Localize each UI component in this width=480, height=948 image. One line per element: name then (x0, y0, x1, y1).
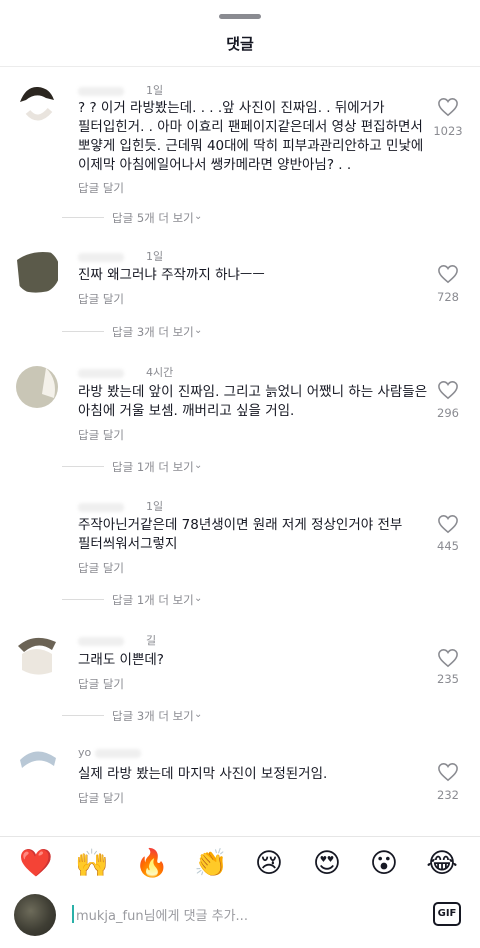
text-caret (72, 905, 74, 923)
view-more-replies-label: 답글 1개 더 보기 (112, 460, 194, 474)
reply-button[interactable]: 답글 달기 (78, 427, 124, 443)
heart-icon[interactable] (437, 97, 459, 117)
comment-time: 길 (146, 634, 157, 647)
avatar[interactable] (14, 746, 60, 792)
comment-meta: yo (78, 746, 163, 759)
emoji-bar: ❤️ 🙌 🔥 👏 😢 😍 😮 😂 (0, 846, 480, 886)
replies-divider (62, 599, 104, 600)
replies-divider (62, 715, 104, 716)
view-more-replies-label: 답글 1개 더 보기 (112, 593, 194, 607)
like-count: 445 (437, 539, 459, 553)
avatar[interactable] (14, 82, 60, 128)
header-divider (0, 66, 480, 67)
username-blurred (78, 86, 124, 96)
comment-text: 실제 라방 봤는데 마지막 사진이 보정된거임. (78, 766, 328, 782)
composer-divider (0, 836, 480, 837)
clapping-emoji-button[interactable]: 👏 (193, 846, 229, 882)
heart-icon[interactable] (437, 514, 459, 534)
like-count: 232 (437, 788, 459, 802)
comment-username: yo (78, 746, 92, 759)
reply-button[interactable]: 답글 달기 (78, 180, 124, 196)
my-avatar (14, 894, 56, 936)
comment-composer: mukja_fun님에게 댓글 추가... GIF (0, 890, 480, 940)
comment-meta: 1일 (78, 248, 163, 264)
surprised-emoji-button[interactable]: 😮 (366, 846, 402, 882)
like-count: 235 (437, 672, 459, 686)
comment-time: 1일 (146, 500, 164, 513)
heart-icon[interactable] (437, 648, 459, 668)
heart-icon[interactable] (437, 762, 459, 782)
comment-input[interactable]: mukja_fun님에게 댓글 추가... (76, 905, 248, 924)
comment-text: 그래도 이쁜데? (78, 652, 164, 668)
drag-handle[interactable] (219, 14, 261, 19)
avatar[interactable] (14, 248, 60, 294)
reply-button[interactable]: 답글 달기 (78, 291, 124, 307)
chevron-down-icon: ⌄ (194, 211, 203, 222)
comment-time: 1일 (146, 250, 164, 263)
avatar[interactable] (14, 632, 60, 678)
heart-eyes-emoji-button[interactable]: 😍 (309, 846, 345, 882)
replies-divider (62, 466, 104, 467)
crying-emoji-button[interactable]: 😢 (251, 846, 287, 882)
comment-meta: 1일 (78, 82, 163, 98)
replies-divider (62, 331, 104, 332)
reply-button[interactable]: 답글 달기 (78, 676, 124, 692)
comment-text: ? ? 이거 라방봤는데. . . .앞 사진이 진짜임. . 뒤에거가 필터입… (78, 100, 424, 173)
username-blurred (78, 252, 124, 262)
chevron-down-icon: ⌄ (194, 709, 203, 720)
username-blurred (95, 748, 142, 758)
fire-emoji-button[interactable]: 🔥 (134, 846, 170, 882)
heart-icon[interactable] (437, 380, 459, 400)
comments-sheet: 댓글 1일 ? ? 이거 라방봤는데. . . .앞 사진이 진짜임. . 뒤에… (0, 0, 480, 948)
comment-text: 진짜 왜그러냐 주작까지 하냐ㅡㅡ (78, 267, 265, 283)
comment-text: 라방 봤는데 앞이 진짜임. 그리고 늙었니 어쨌니 하는 사람들은 아침에 거… (78, 384, 428, 419)
comment-meta: 4시간 (78, 364, 173, 380)
heart-icon[interactable] (437, 264, 459, 284)
like-count: 1023 (433, 124, 463, 138)
reply-button[interactable]: 답글 달기 (78, 560, 124, 576)
username-blurred (78, 636, 124, 646)
gif-button[interactable]: GIF (433, 902, 461, 926)
raising-hands-emoji-button[interactable]: 🙌 (74, 846, 110, 882)
view-more-replies-label: 답글 3개 더 보기 (112, 709, 194, 723)
comment-meta: 길 (78, 632, 156, 648)
chevron-down-icon: ⌄ (194, 593, 203, 604)
chevron-down-icon: ⌄ (194, 325, 203, 336)
view-more-replies-label: 답글 5개 더 보기 (112, 211, 194, 225)
laughing-emoji-button[interactable]: 😂 (424, 846, 460, 882)
comment-time: 1일 (146, 84, 164, 97)
view-more-replies-label: 답글 3개 더 보기 (112, 325, 194, 339)
username-blurred (78, 368, 124, 378)
avatar[interactable] (14, 364, 60, 410)
like-count: 296 (437, 406, 459, 420)
replies-divider (62, 217, 104, 218)
comment-text: 주작아닌거같은데 78년생이면 원래 저게 정상인거야 전부 필터씌워서그렇지 (78, 517, 403, 552)
comment-time: 4시간 (146, 366, 174, 379)
chevron-down-icon: ⌄ (194, 460, 203, 471)
sheet-title: 댓글 (226, 35, 254, 53)
heart-emoji-button[interactable]: ❤️ (18, 846, 54, 882)
comment-meta: 1일 (78, 498, 163, 514)
reply-button[interactable]: 답글 달기 (78, 790, 124, 806)
like-count: 728 (437, 290, 459, 304)
username-blurred (78, 502, 124, 512)
